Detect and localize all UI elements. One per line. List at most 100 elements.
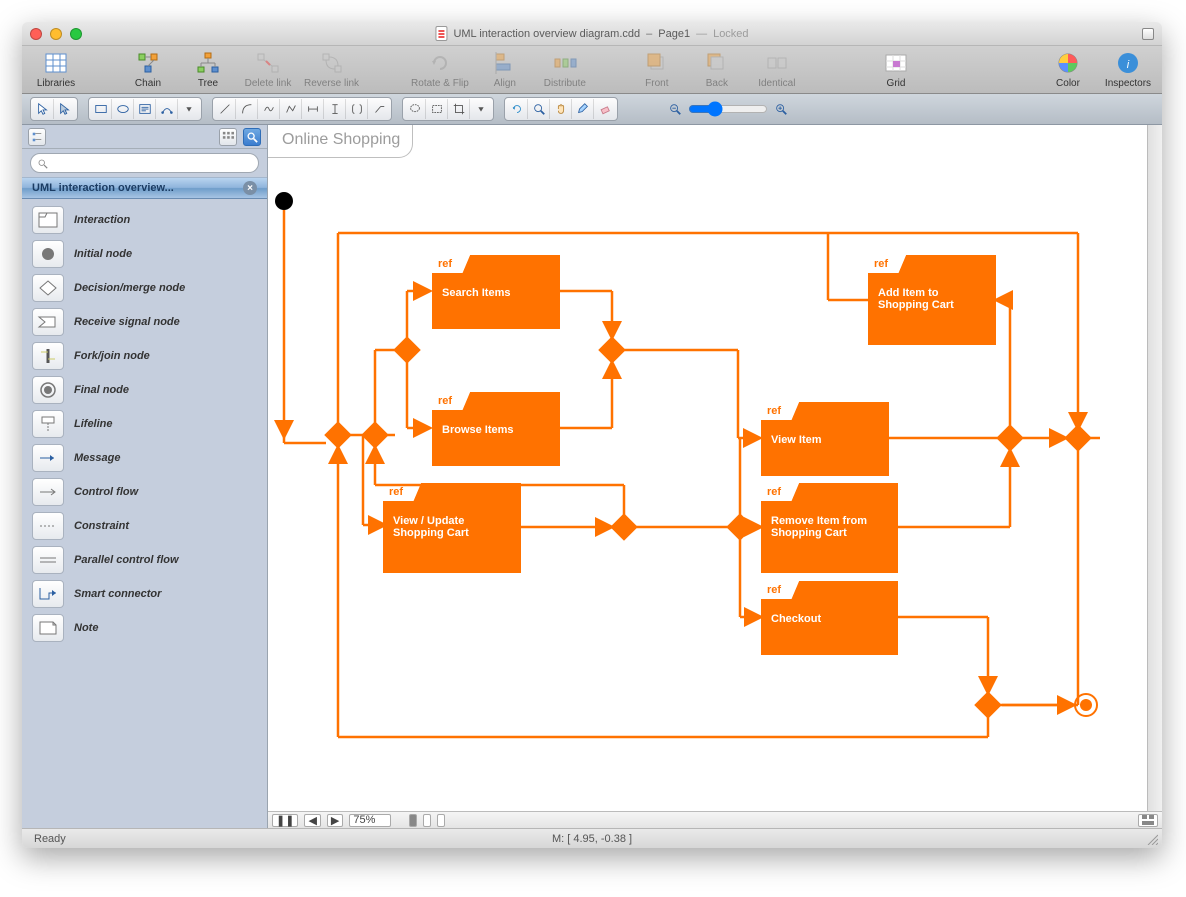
ref-browse-items[interactable]: ref Browse Items xyxy=(432,392,560,466)
ref-view-update-cart[interactable]: ref View / Update Shopping Cart xyxy=(383,483,521,573)
line-tools-group xyxy=(212,97,392,121)
library-search-input[interactable] xyxy=(52,157,252,169)
view-mode-3[interactable] xyxy=(437,814,445,827)
stencil-note[interactable]: Note xyxy=(22,611,267,645)
canvas[interactable]: Online Shopping ref Search Items ref Bro… xyxy=(268,125,1162,811)
ref-add-item[interactable]: ref Add Item to Shopping Cart xyxy=(868,255,996,345)
zoom-slider-group xyxy=(668,101,788,117)
zoom-value[interactable]: 75% xyxy=(349,814,391,827)
marquee-tool[interactable] xyxy=(426,99,448,119)
arc-tool[interactable] xyxy=(236,99,258,119)
refresh-tool[interactable] xyxy=(506,99,528,119)
eraser-tool[interactable] xyxy=(594,99,616,119)
stencil-constraint[interactable]: Constraint xyxy=(22,509,267,543)
view-mode-1[interactable] xyxy=(409,814,417,827)
pause-icon[interactable]: ❚❚ xyxy=(272,814,298,827)
layout-mode-icon[interactable] xyxy=(1138,814,1158,827)
zoom-window-button[interactable] xyxy=(70,28,82,40)
vertical-scrollbar[interactable] xyxy=(1147,125,1162,811)
line-tool[interactable] xyxy=(214,99,236,119)
stencil-decision-merge[interactable]: Decision/merge node xyxy=(22,271,267,305)
delete-link-button[interactable]: Delete link xyxy=(244,50,292,89)
grid-view-icon[interactable] xyxy=(219,128,237,146)
chain-button[interactable]: Chain xyxy=(124,50,172,89)
stencil-parallel-control-flow[interactable]: Parallel control flow xyxy=(22,543,267,577)
mouse-position: M: [ 4.95, -0.38 ] xyxy=(552,833,632,845)
search-view-icon[interactable] xyxy=(243,128,261,146)
sidebar-top-controls xyxy=(22,125,267,149)
shape-tools-group xyxy=(88,97,202,121)
stencil-fork-join[interactable]: Fork/join node xyxy=(22,339,267,373)
bracket-tool[interactable] xyxy=(346,99,368,119)
connector-dropdown[interactable] xyxy=(178,99,200,119)
ref-checkout[interactable]: ref Checkout xyxy=(761,581,898,655)
zoom-out-icon[interactable] xyxy=(668,102,682,116)
ref-remove-item[interactable]: ref Remove Item from Shopping Cart xyxy=(761,483,898,573)
rect-tool[interactable] xyxy=(90,99,112,119)
titlebar: UML interaction overview diagram.cdd – P… xyxy=(22,22,1162,46)
dimension-v-tool[interactable] xyxy=(324,99,346,119)
sidebar-search xyxy=(22,149,267,177)
spline-tool[interactable] xyxy=(258,99,280,119)
fullscreen-icon[interactable] xyxy=(1142,28,1154,40)
polyline-tool[interactable] xyxy=(280,99,302,119)
align-button[interactable]: Align xyxy=(481,50,529,89)
ref-view-item[interactable]: ref View Item xyxy=(761,402,889,476)
tree-view-icon[interactable] xyxy=(28,128,46,146)
ref-search-items[interactable]: ref Search Items xyxy=(432,255,560,329)
close-window-button[interactable] xyxy=(30,28,42,40)
stencil-receive-signal[interactable]: Receive signal node xyxy=(22,305,267,339)
stencil-smart-connector[interactable]: Smart connector xyxy=(22,577,267,611)
library-title: UML interaction overview... xyxy=(32,182,174,194)
status-ready: Ready xyxy=(34,833,66,845)
stencil-lifeline[interactable]: Lifeline xyxy=(22,407,267,441)
minimize-window-button[interactable] xyxy=(50,28,62,40)
inspectors-button[interactable]: i Inspectors xyxy=(1104,50,1152,89)
resize-grip-icon[interactable] xyxy=(1146,833,1158,845)
callout-tool[interactable] xyxy=(368,99,390,119)
color-button[interactable]: Color xyxy=(1044,50,1092,89)
library-header[interactable]: UML interaction overview... × xyxy=(22,177,267,199)
close-library-icon[interactable]: × xyxy=(243,181,257,195)
back-button[interactable]: Back xyxy=(693,50,741,89)
view-tools-group xyxy=(402,97,494,121)
stencil-message[interactable]: Message xyxy=(22,441,267,475)
stencil-final-node[interactable]: Final node xyxy=(22,373,267,407)
zoom-slider[interactable] xyxy=(688,101,768,117)
zoom-in-icon[interactable] xyxy=(774,102,788,116)
pointer-alt-tool[interactable] xyxy=(54,99,76,119)
dimension-h-tool[interactable] xyxy=(302,99,324,119)
rotate-flip-button[interactable]: Rotate & Flip xyxy=(411,50,469,89)
zoom-tool[interactable] xyxy=(528,99,550,119)
final-node[interactable] xyxy=(1074,693,1098,717)
stencil-interaction[interactable]: Interaction xyxy=(22,203,267,237)
main-toolbar: Libraries Chain Tree Delete link Reverse… xyxy=(22,46,1162,94)
reverse-link-button[interactable]: Reverse link xyxy=(304,50,359,89)
distribute-button[interactable]: Distribute xyxy=(541,50,589,89)
window-controls xyxy=(30,28,82,40)
view-mode-2[interactable] xyxy=(423,814,431,827)
next-page-icon[interactable]: ▶ xyxy=(327,814,343,827)
body: UML interaction overview... × Interactio… xyxy=(22,125,1162,828)
crop-tool[interactable] xyxy=(448,99,470,119)
prev-page-icon[interactable]: ◀ xyxy=(304,814,320,827)
text-tool[interactable] xyxy=(134,99,156,119)
initial-node[interactable] xyxy=(275,192,293,210)
pointer-tool[interactable] xyxy=(32,99,54,119)
eyedropper-tool[interactable] xyxy=(572,99,594,119)
tree-button[interactable]: Tree xyxy=(184,50,232,89)
stencil-control-flow[interactable]: Control flow xyxy=(22,475,267,509)
ellipse-tool[interactable] xyxy=(112,99,134,119)
front-button[interactable]: Front xyxy=(633,50,681,89)
libraries-button[interactable]: Libraries xyxy=(32,50,80,89)
hand-tool[interactable] xyxy=(550,99,572,119)
sidebar: UML interaction overview... × Interactio… xyxy=(22,125,268,828)
connector-tool[interactable] xyxy=(156,99,178,119)
canvas-area: Online Shopping ref Search Items ref Bro… xyxy=(268,125,1162,828)
lasso-tool[interactable] xyxy=(404,99,426,119)
stencil-initial-node[interactable]: Initial node xyxy=(22,237,267,271)
identical-button[interactable]: Identical xyxy=(753,50,801,89)
grid-button[interactable]: Grid xyxy=(872,50,920,89)
crop-dropdown[interactable] xyxy=(470,99,492,119)
select-tools-group xyxy=(30,97,78,121)
